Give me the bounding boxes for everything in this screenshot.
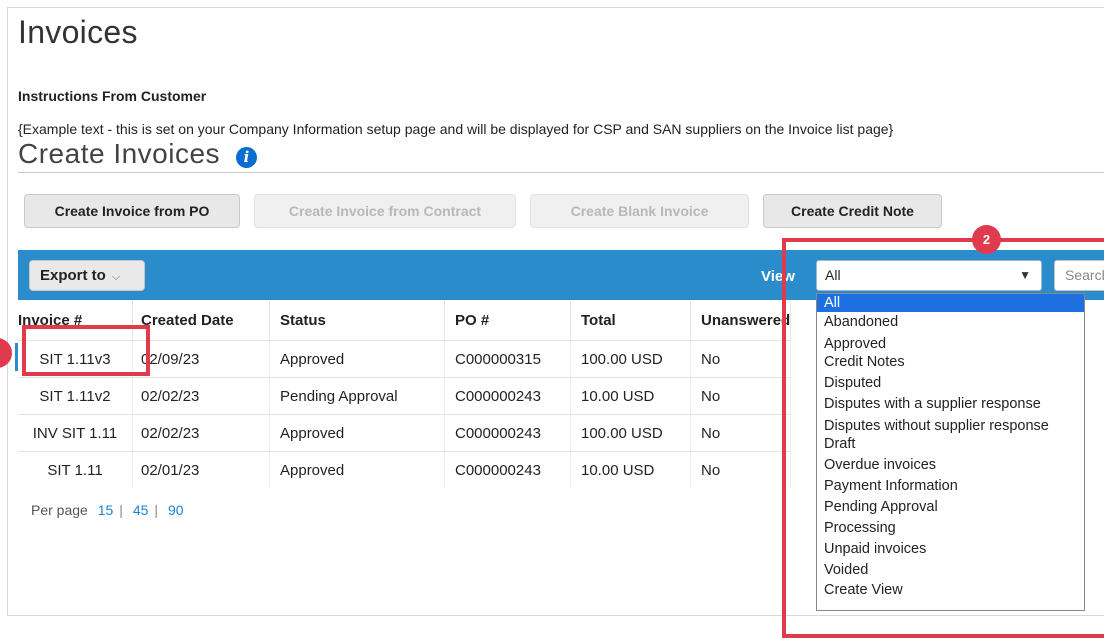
instructions-heading: Instructions From Customer bbox=[18, 88, 207, 104]
chevron-down-icon: ▼ bbox=[1019, 268, 1031, 282]
po-link[interactable]: C000000243 bbox=[444, 377, 571, 415]
created-date-cell: 02/01/23 bbox=[132, 451, 270, 488]
separator: | bbox=[154, 502, 159, 518]
view-option-approved[interactable]: Approved bbox=[817, 333, 1084, 352]
selected-row-marker bbox=[15, 343, 18, 371]
instructions-text: {Example text - this is set on your Comp… bbox=[18, 121, 894, 137]
view-option-pending-approval[interactable]: Pending Approval bbox=[817, 497, 1084, 518]
section-divider bbox=[18, 172, 1104, 173]
view-label: View bbox=[761, 268, 795, 285]
create-blank-invoice-button[interactable]: Create Blank Invoice bbox=[530, 194, 749, 228]
create-invoices-title: Create Invoices bbox=[18, 138, 221, 169]
view-select[interactable]: All ▼ bbox=[816, 260, 1042, 291]
table-row: SIT 1.11v3 02/09/23 Approved C000000315 … bbox=[18, 340, 792, 378]
total-cell: 10.00 USD bbox=[570, 451, 691, 488]
invoice-link[interactable]: INV SIT 1.11 bbox=[18, 414, 133, 452]
total-cell: 100.00 USD bbox=[570, 340, 691, 378]
column-header-created-date[interactable]: Created Date bbox=[132, 301, 270, 341]
invoice-table: Invoice # Created Date Status PO # Total… bbox=[18, 301, 792, 488]
create-invoice-from-contract-button[interactable]: Create Invoice from Contract bbox=[254, 194, 516, 228]
per-page-45[interactable]: 45 bbox=[133, 502, 149, 518]
created-date-cell: 02/09/23 bbox=[132, 340, 270, 378]
view-option-payment-information[interactable]: Payment Information bbox=[817, 476, 1084, 497]
status-cell: Approved bbox=[269, 451, 445, 488]
separator: | bbox=[119, 502, 123, 518]
view-dropdown-list: All Abandoned Approved Credit Notes Disp… bbox=[816, 293, 1085, 611]
total-cell: 10.00 USD bbox=[570, 377, 691, 415]
po-link[interactable]: C000000243 bbox=[444, 414, 571, 452]
table-header-row: Invoice # Created Date Status PO # Total… bbox=[18, 301, 792, 341]
view-option-processing[interactable]: Processing bbox=[817, 518, 1084, 539]
table-row: SIT 1.11 02/01/23 Approved C000000243 10… bbox=[18, 451, 792, 488]
unanswered-cell: No bbox=[690, 414, 792, 452]
create-credit-note-button[interactable]: Create Credit Note bbox=[763, 194, 942, 228]
unanswered-cell: No bbox=[690, 340, 792, 378]
per-page-90[interactable]: 90 bbox=[168, 502, 184, 518]
view-option-credit-notes[interactable]: Credit Notes bbox=[817, 351, 1084, 373]
view-option-abandoned[interactable]: Abandoned bbox=[817, 312, 1084, 333]
po-link[interactable]: C000000243 bbox=[444, 451, 571, 488]
view-option-draft[interactable]: Draft bbox=[817, 433, 1084, 455]
unanswered-cell: No bbox=[690, 451, 792, 488]
column-header-status[interactable]: Status bbox=[269, 301, 445, 341]
per-page-15[interactable]: 15 bbox=[98, 502, 114, 518]
invoice-link[interactable]: SIT 1.11 bbox=[18, 451, 133, 488]
view-option-all[interactable]: All bbox=[817, 294, 1084, 312]
per-page-label: Per page bbox=[31, 502, 88, 518]
view-option-disputes-with-response[interactable]: Disputes with a supplier response bbox=[817, 394, 1084, 415]
created-date-cell: 02/02/23 bbox=[132, 414, 270, 452]
view-option-create-view[interactable]: Create View bbox=[817, 580, 1084, 601]
status-cell: Approved bbox=[269, 414, 445, 452]
search-input[interactable]: Search bbox=[1054, 260, 1104, 291]
invoice-link[interactable]: SIT 1.11v2 bbox=[18, 377, 133, 415]
page-title: Invoices bbox=[18, 14, 138, 50]
status-cell: Pending Approval bbox=[269, 377, 445, 415]
view-option-overdue[interactable]: Overdue invoices bbox=[817, 455, 1084, 476]
view-option-voided[interactable]: Voided bbox=[817, 560, 1084, 580]
info-icon[interactable]: i bbox=[236, 147, 257, 168]
step-badge: 2 bbox=[972, 225, 1001, 254]
column-header-total[interactable]: Total bbox=[570, 301, 691, 341]
table-row: INV SIT 1.11 02/02/23 Approved C00000024… bbox=[18, 414, 792, 452]
invoice-link[interactable]: SIT 1.11v3 bbox=[18, 340, 133, 378]
export-to-button[interactable]: Export to ⌵ bbox=[29, 260, 145, 291]
chevron-down-icon: ⌵ bbox=[111, 271, 121, 283]
po-link[interactable]: C000000315 bbox=[444, 340, 571, 378]
column-header-po[interactable]: PO # bbox=[444, 301, 571, 341]
view-option-disputes-without-response[interactable]: Disputes without supplier response bbox=[817, 415, 1084, 434]
total-cell: 100.00 USD bbox=[570, 414, 691, 452]
per-page-selector: Per page 15 | 45 | 90 bbox=[31, 502, 190, 518]
view-option-disputed[interactable]: Disputed bbox=[817, 373, 1084, 394]
view-option-unpaid[interactable]: Unpaid invoices bbox=[817, 539, 1084, 560]
column-header-invoice[interactable]: Invoice # bbox=[18, 301, 133, 341]
unanswered-cell: No bbox=[690, 377, 792, 415]
created-date-cell: 02/02/23 bbox=[132, 377, 270, 415]
status-cell: Approved bbox=[269, 340, 445, 378]
table-row: SIT 1.11v2 02/02/23 Pending Approval C00… bbox=[18, 377, 792, 415]
view-selected-value: All bbox=[825, 267, 841, 283]
create-invoice-from-po-button[interactable]: Create Invoice from PO bbox=[24, 194, 240, 228]
column-header-unanswered[interactable]: Unanswered bbox=[690, 301, 792, 341]
export-to-label: Export to bbox=[40, 267, 106, 284]
